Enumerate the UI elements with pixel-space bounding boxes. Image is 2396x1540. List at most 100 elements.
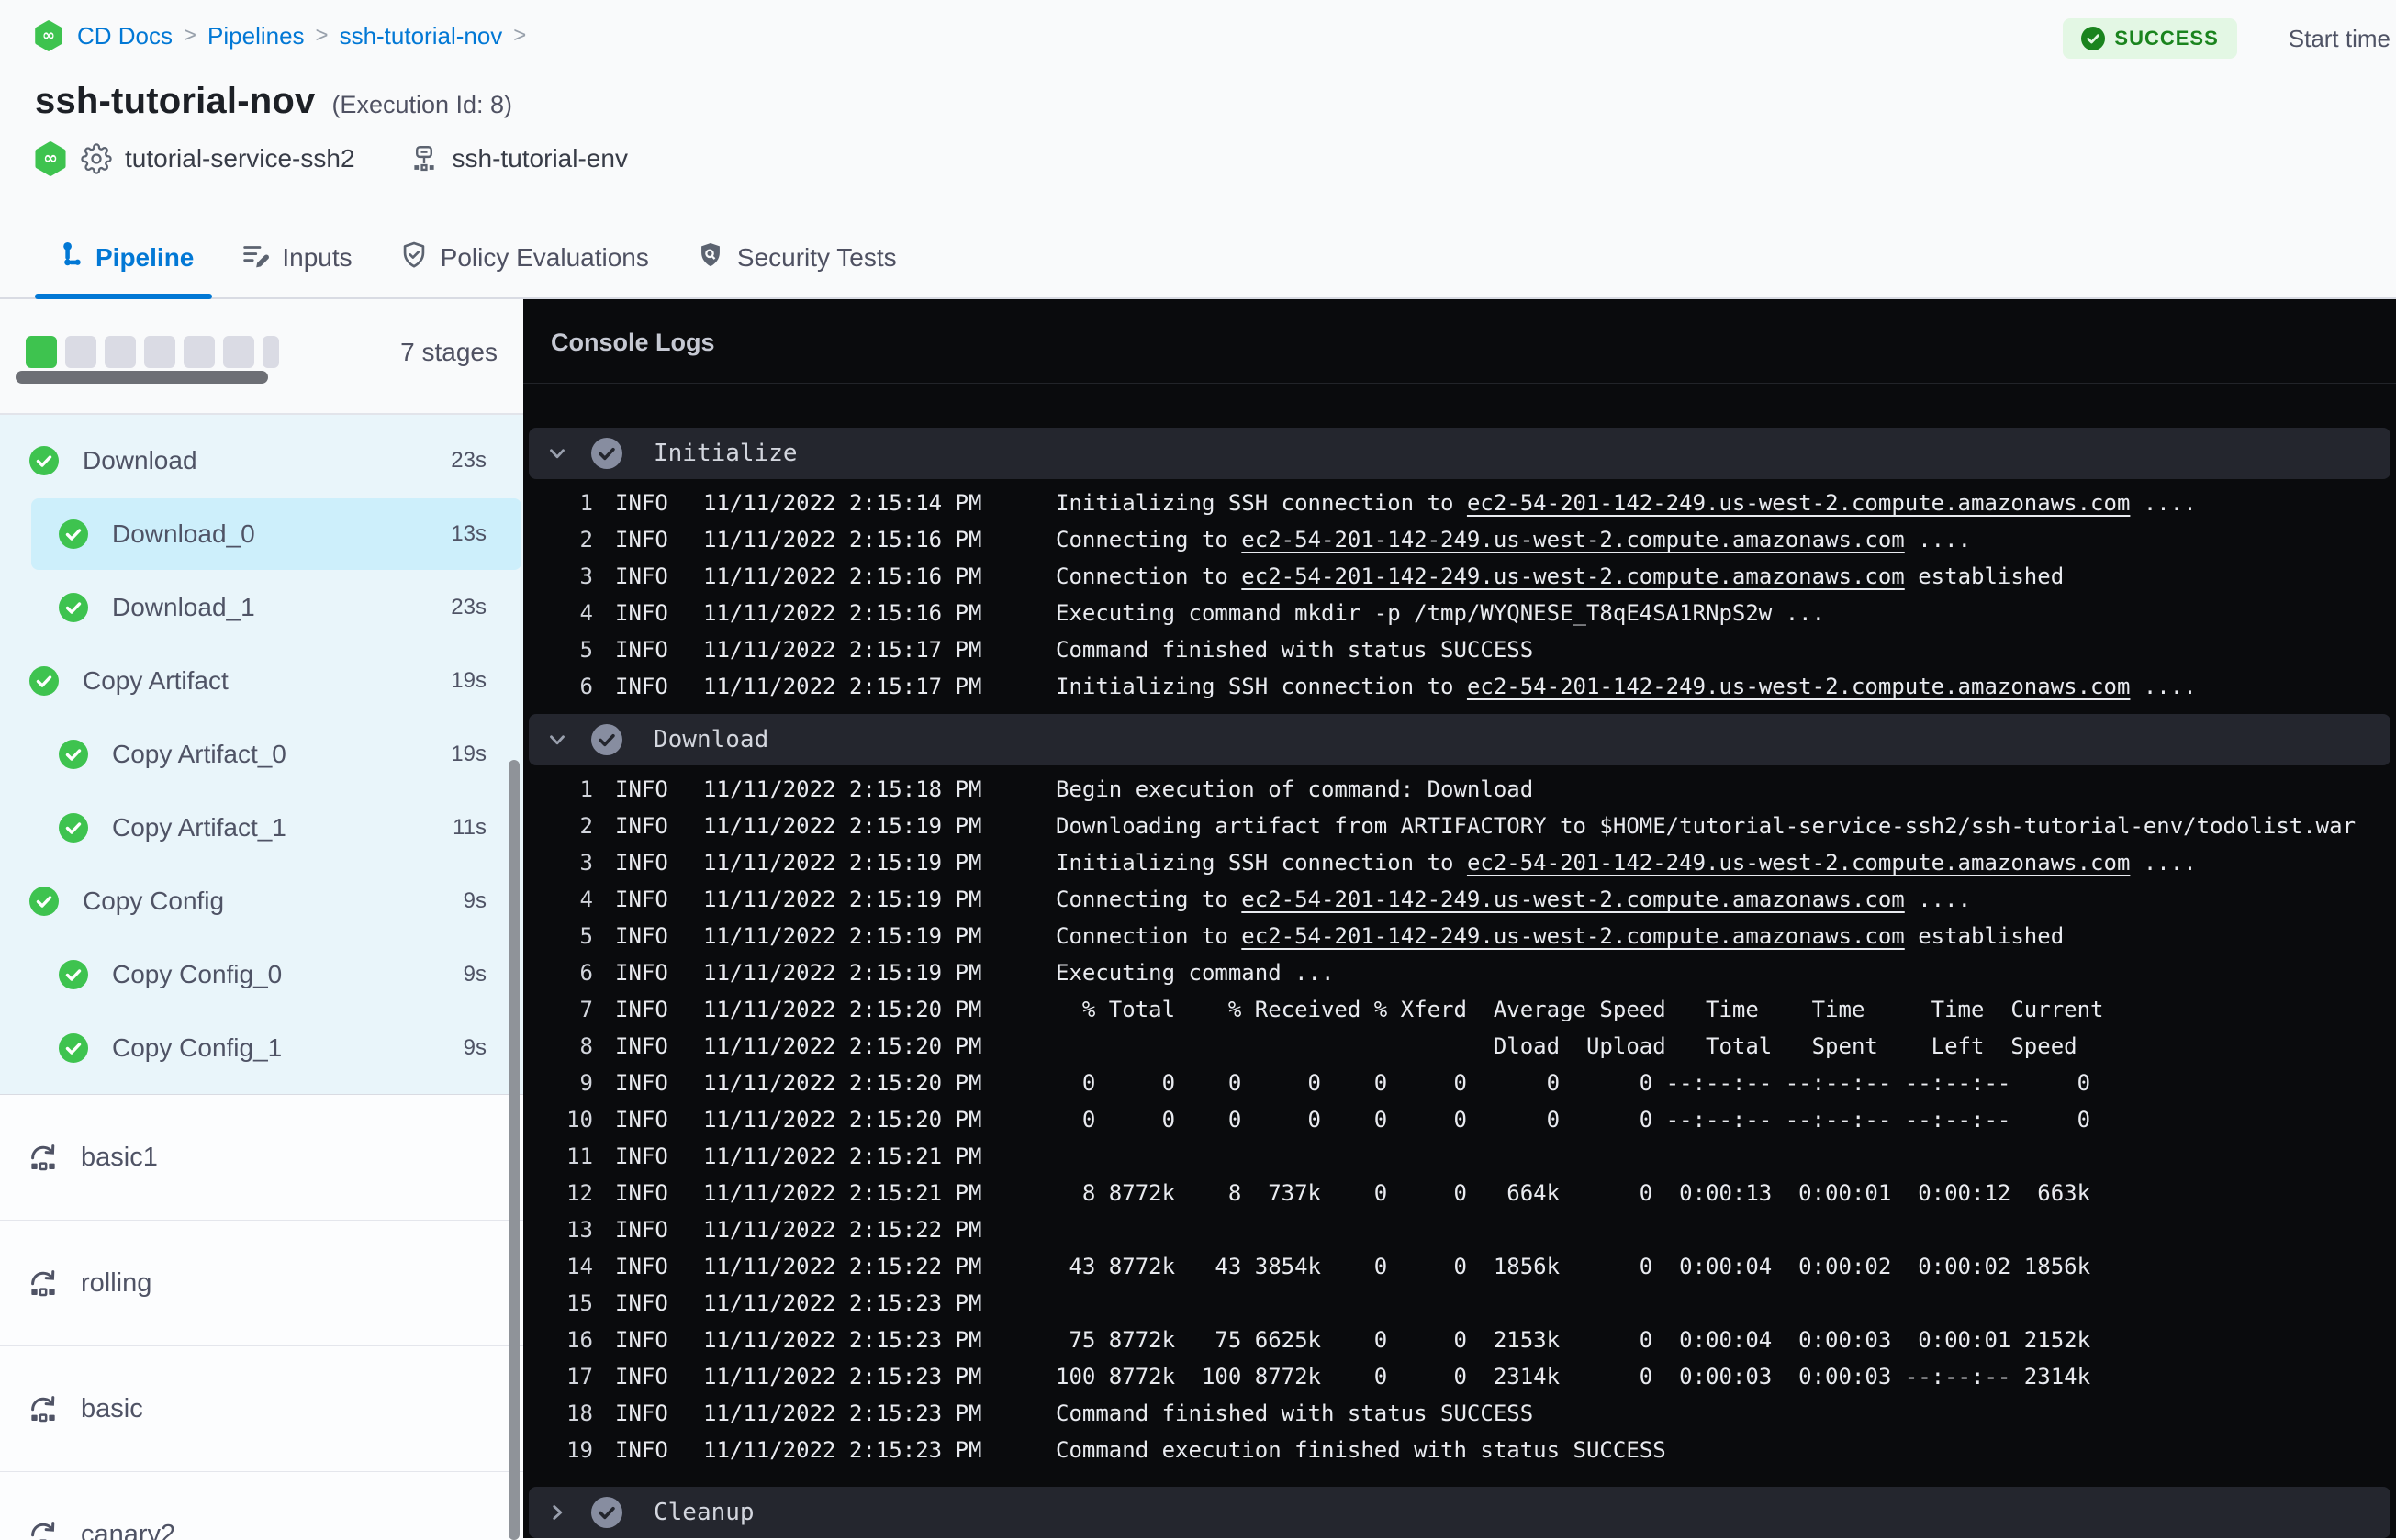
log-level: INFO: [615, 1254, 668, 1279]
stage-progress-section: 7 stages: [0, 299, 523, 415]
breadcrumb-link[interactable]: CD Docs: [77, 22, 173, 50]
log-line-number: 10: [566, 1107, 593, 1133]
log-level: INFO: [615, 1217, 668, 1243]
stage-progress-square: [223, 336, 254, 368]
service-name: tutorial-service-ssh2: [125, 144, 355, 173]
log-host-link[interactable]: ec2-54-201-142-249.us-west-2.compute.ama…: [1467, 490, 2130, 516]
log-line: 17 INFO 11/11/2022 2:15:23 PM 100 8772k 100…: [523, 1358, 2396, 1395]
log-host-link[interactable]: ec2-54-201-142-249.us-west-2.compute.ama…: [1467, 850, 2130, 876]
log-level: INFO: [615, 490, 668, 516]
log-line: 7 INFO 11/11/2022 2:15:20 PM % Total % Rec…: [523, 991, 2396, 1028]
log-line-number: 15: [566, 1290, 593, 1316]
tab-pipeline[interactable]: Pipeline: [34, 218, 213, 299]
chevron-right-icon: [545, 1501, 569, 1524]
svg-text:∞: ∞: [42, 27, 55, 45]
header-status-area: SUCCESS Start time: [2063, 18, 2390, 59]
status-badge: SUCCESS: [2063, 18, 2237, 59]
horizontal-scrollbar[interactable]: [16, 371, 268, 384]
pipeline-row-basic[interactable]: basic: [0, 1346, 523, 1472]
log-timestamp: 11/11/2022 2:15:20 PM: [703, 1070, 982, 1096]
section-label: Initialize: [654, 440, 798, 467]
log-message: 43 8772k 43 3854k 0 0 1856k 0 0:00:04 0:…: [1056, 1254, 2091, 1279]
stage-name: Copy Artifact_0: [112, 740, 286, 768]
stage-duration: 19s: [451, 668, 487, 693]
status-badge-label: SUCCESS: [2114, 27, 2219, 50]
log-host-link[interactable]: ec2-54-201-142-249.us-west-2.compute.ama…: [1241, 564, 1904, 589]
log-level: INFO: [615, 1033, 668, 1059]
log-message: Connection to ec2-54-201-142-249.us-west…: [1056, 923, 2065, 949]
log-level: INFO: [615, 1290, 668, 1316]
log-line-number: 3: [579, 850, 593, 876]
log-host-link[interactable]: ec2-54-201-142-249.us-west-2.compute.ama…: [1241, 887, 1904, 912]
pipeline-name: basic1: [81, 1142, 158, 1172]
stage-row-copy-config_1[interactable]: Copy Config_1 9s: [0, 1011, 523, 1085]
pipeline-row-basic1[interactable]: basic1: [0, 1095, 523, 1221]
log-line: 8 INFO 11/11/2022 2:15:20 PM Dload Upload …: [523, 1028, 2396, 1065]
stage-row-download_0[interactable]: Download_0 13s: [0, 497, 523, 571]
log-level: INFO: [615, 1107, 668, 1133]
log-section-header-initialize[interactable]: Initialize: [529, 428, 2390, 479]
log-line-number: 1: [579, 776, 593, 802]
log-timestamp: 11/11/2022 2:15:16 PM: [703, 564, 982, 589]
section-success-icon: [591, 438, 622, 469]
stage-success-icon: [29, 887, 59, 916]
stage-row-download_1[interactable]: Download_1 23s: [0, 571, 523, 644]
tab-inputs[interactable]: Inputs: [240, 218, 353, 297]
log-host-link[interactable]: ec2-54-201-142-249.us-west-2.compute.ama…: [1467, 674, 2130, 699]
log-line: 6 INFO 11/11/2022 2:15:19 PM Executing comm…: [523, 954, 2396, 991]
tab-policy-evaluations[interactable]: Policy Evaluations: [398, 218, 649, 297]
stage-row-copy-artifact_1[interactable]: Copy Artifact_1 11s: [0, 791, 523, 865]
log-level: INFO: [615, 600, 668, 626]
log-message: Executing command mkdir -p /tmp/WYQNESE_…: [1056, 600, 1826, 626]
log-line-number: 6: [579, 960, 593, 986]
log-timestamp: 11/11/2022 2:15:20 PM: [703, 1033, 982, 1059]
log-line: 15 INFO 11/11/2022 2:15:23 PM: [523, 1285, 2396, 1322]
pipeline-name: canary2: [81, 1519, 176, 1540]
log-line: 16 INFO 11/11/2022 2:15:23 PM 75 8772k 75 …: [523, 1322, 2396, 1358]
breadcrumb-link[interactable]: ssh-tutorial-nov: [340, 22, 503, 50]
tab-security-tests[interactable]: Security Tests: [695, 218, 897, 297]
log-level: INFO: [615, 1180, 668, 1206]
log-section-header-cleanup[interactable]: Cleanup: [529, 1487, 2390, 1538]
chevron-down-icon: [545, 728, 569, 752]
log-message: Command finished with status SUCCESS: [1056, 637, 1534, 663]
log-timestamp: 11/11/2022 2:15:16 PM: [703, 600, 982, 626]
log-section-header-download[interactable]: Download: [529, 714, 2390, 765]
console-logs-panel: Console Logs Initialize 1 INFO 11/11/2022 2…: [523, 299, 2396, 1538]
stage-row-copy-artifact_0[interactable]: Copy Artifact_0 19s: [0, 718, 523, 791]
log-level: INFO: [615, 1364, 668, 1389]
log-line: 1 INFO 11/11/2022 2:15:18 PM Begin executio…: [523, 771, 2396, 808]
log-host-link[interactable]: ec2-54-201-142-249.us-west-2.compute.ama…: [1241, 527, 1904, 552]
stage-progress-square: [184, 336, 215, 368]
breadcrumb-link[interactable]: Pipelines: [207, 22, 305, 50]
log-message: Dload Upload Total Spent Left Speed: [1056, 1033, 2077, 1059]
breadcrumb-separator: >: [184, 23, 197, 48]
execution-meta: ∞ tutorial-service-ssh2 ssh-tutorial-env: [33, 141, 668, 176]
log-line: 6 INFO 11/11/2022 2:15:17 PM Initializing S…: [523, 668, 2396, 705]
rollback-icon: [0, 1517, 61, 1540]
log-line: 4 INFO 11/11/2022 2:15:16 PM Executing comm…: [523, 595, 2396, 631]
page-title: ssh-tutorial-nov: [35, 81, 316, 121]
stage-row-download[interactable]: Download 23s: [0, 424, 523, 497]
log-line-number: 5: [579, 637, 593, 663]
log-line-number: 4: [579, 887, 593, 912]
vertical-scrollbar[interactable]: [509, 760, 520, 1540]
stage-row-copy-config_0[interactable]: Copy Config_0 9s: [0, 938, 523, 1011]
log-timestamp: 11/11/2022 2:15:20 PM: [703, 997, 982, 1022]
log-level: INFO: [615, 564, 668, 589]
stage-name: Download_0: [112, 519, 255, 548]
environment-icon: [413, 146, 434, 172]
breadcrumb-separator: >: [315, 23, 329, 48]
stage-row-copy-config[interactable]: Copy Config 9s: [0, 865, 523, 938]
rollback-icon: [0, 1391, 61, 1426]
stage-duration: 19s: [451, 742, 487, 766]
stage-row-copy-artifact[interactable]: Copy Artifact 19s: [0, 644, 523, 718]
log-line: 12 INFO 11/11/2022 2:15:21 PM 8 8772k 8 73…: [523, 1175, 2396, 1211]
log-host-link[interactable]: ec2-54-201-142-249.us-west-2.compute.ama…: [1241, 923, 1904, 949]
log-line: 9 INFO 11/11/2022 2:15:20 PM 0 0 0 0 0 0 0…: [523, 1065, 2396, 1101]
pipeline-row-canary2[interactable]: canary2: [0, 1472, 523, 1540]
pipeline-row-rolling[interactable]: rolling: [0, 1221, 523, 1346]
log-level: INFO: [615, 997, 668, 1022]
log-timestamp: 11/11/2022 2:15:19 PM: [703, 887, 982, 912]
log-timestamp: 11/11/2022 2:15:23 PM: [703, 1401, 982, 1426]
